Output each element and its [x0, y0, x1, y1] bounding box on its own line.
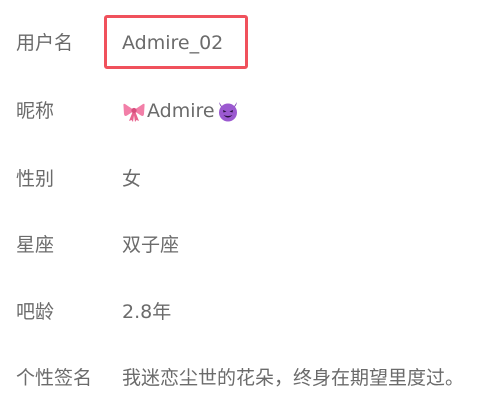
row-account-age: 吧龄 2.8年 — [0, 297, 494, 327]
account-age-value: 2.8年 — [122, 301, 172, 323]
row-username: 用户名 Admire_02 — [0, 28, 494, 58]
row-gender: 性别 女 — [0, 164, 494, 194]
signature-label: 个性签名 — [16, 367, 93, 389]
nickname-label: 昵称 — [16, 100, 55, 122]
row-zodiac: 星座 双子座 — [0, 230, 494, 260]
zodiac-label: 星座 — [16, 234, 55, 256]
row-signature: 个性签名 我迷恋尘世的花朵，终身在期望里度过。 — [0, 363, 494, 393]
gender-label: 性别 — [16, 168, 55, 190]
signature-value[interactable]: 我迷恋尘世的花朵，终身在期望里度过。 — [122, 363, 464, 393]
zodiac-value[interactable]: 双子座 — [122, 230, 179, 260]
row-nickname: 昵称 Admire — [0, 96, 494, 126]
nickname-text: Admire — [147, 100, 215, 122]
gender-value[interactable]: 女 — [122, 164, 141, 194]
smiling-devil-icon — [218, 102, 237, 122]
account-age-label: 吧龄 — [16, 301, 55, 323]
username-value[interactable]: Admire_02 — [122, 28, 223, 58]
nickname-value[interactable]: Admire — [122, 96, 240, 126]
ribbon-icon — [123, 103, 145, 122]
username-label: 用户名 — [16, 32, 74, 54]
